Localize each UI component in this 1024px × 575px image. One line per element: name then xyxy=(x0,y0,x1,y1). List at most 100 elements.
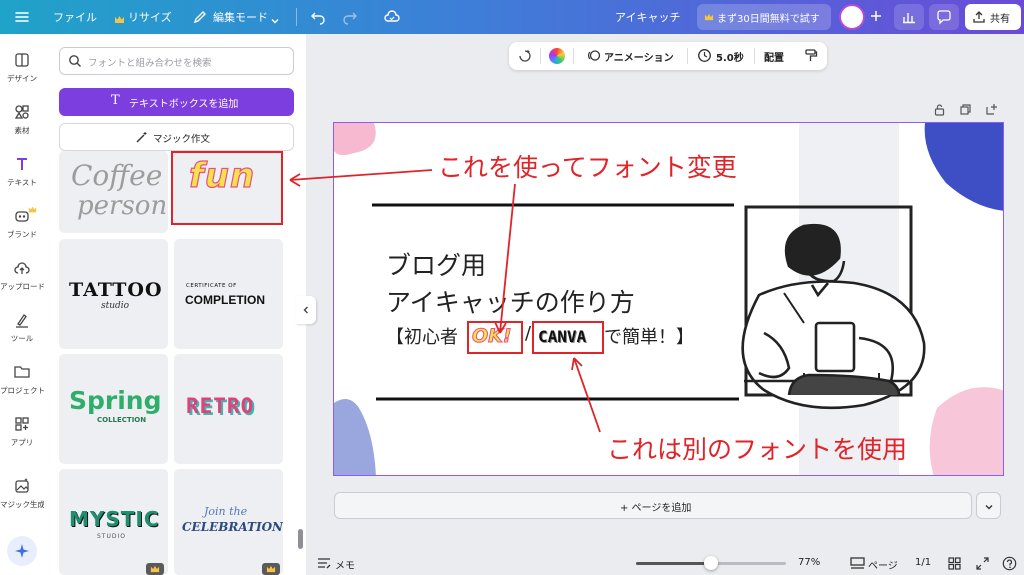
paint-roller-icon[interactable] xyxy=(803,48,818,63)
zoom-slider[interactable] xyxy=(636,556,786,570)
fullscreen-icon[interactable] xyxy=(976,557,989,570)
document-title[interactable]: アイキャッチ xyxy=(615,9,680,25)
tile-text: COLLECTION xyxy=(97,416,147,424)
text-icon xyxy=(17,158,27,170)
resize-button[interactable]: リサイズ xyxy=(128,9,172,25)
heading-line-2[interactable]: アイキャッチの作り方 xyxy=(386,283,635,319)
tile-text: STUDIO xyxy=(97,533,126,540)
search-input[interactable]: フォントと組み合わせを検索 xyxy=(59,47,294,75)
color-icon[interactable] xyxy=(549,48,565,64)
duplicate-icon[interactable] xyxy=(959,103,972,116)
chevron-down-icon xyxy=(985,505,993,510)
magic-write-button[interactable]: マジック作文 xyxy=(59,123,294,151)
panel-scrollbar[interactable] xyxy=(298,529,303,549)
rail-item-brand[interactable]: ブランド xyxy=(0,206,44,240)
grid-view-icon[interactable] xyxy=(948,557,961,570)
rail-item-uploads[interactable]: アップロード xyxy=(0,259,45,292)
font-tile-tattoo[interactable]: TATTOO studio xyxy=(59,239,168,349)
menu-icon[interactable] xyxy=(14,9,30,25)
animation-button[interactable]: アニメーション xyxy=(604,49,674,64)
ok-text: OK! xyxy=(472,325,513,348)
crown-icon xyxy=(28,206,37,213)
add-page-button[interactable]: + ページを追加 xyxy=(334,492,972,519)
canva-text-highlight[interactable]: CANVA xyxy=(532,321,604,354)
magic-wand-icon xyxy=(136,132,147,143)
apps-icon xyxy=(15,417,29,431)
trial-button[interactable]: まず30日間無料で試す xyxy=(697,4,831,30)
notes-icon xyxy=(318,558,331,569)
search-icon xyxy=(69,55,81,67)
divider xyxy=(573,48,574,64)
annotation-bottom-note: これは別のフォントを使用 xyxy=(607,435,908,464)
zoom-slider-handle[interactable] xyxy=(704,556,718,570)
pages-icon xyxy=(850,557,865,569)
font-tile-retro[interactable]: RETRO xyxy=(174,354,283,464)
undo-icon[interactable] xyxy=(310,9,326,25)
clock-icon xyxy=(698,49,711,62)
upload-icon xyxy=(973,11,985,23)
collapse-panel-button[interactable] xyxy=(296,296,316,324)
heading-line-1[interactable]: ブログ用 xyxy=(386,246,486,282)
magic-assistant-button[interactable] xyxy=(7,536,37,566)
font-tile-celebration[interactable]: Join the CELEBRATION! xyxy=(174,469,283,575)
position-button[interactable]: 配置 xyxy=(764,49,784,64)
page-options-button[interactable] xyxy=(976,492,1001,519)
insights-button[interactable] xyxy=(894,4,924,30)
magic-edit-icon[interactable] xyxy=(517,48,533,64)
subheading-suffix[interactable]: で簡単！】 xyxy=(604,323,694,349)
rail-item-text[interactable]: テキスト xyxy=(0,155,44,188)
lock-icon[interactable] xyxy=(933,103,946,116)
comments-button[interactable] xyxy=(929,4,959,30)
share-button-label: 共有 xyxy=(990,14,1010,25)
rail-item-elements[interactable]: 素材 xyxy=(0,103,44,136)
font-tile-spring[interactable]: Spring COLLECTION xyxy=(59,354,168,464)
canva-text: CANVA xyxy=(538,327,587,346)
font-tile-mystic[interactable]: MYSTIC STUDIO xyxy=(59,469,168,575)
top-bar: ファイル リサイズ 編集モード アイキャッチ まず30日間無料で試す 共有 xyxy=(0,0,1024,34)
shapes-icon xyxy=(14,105,29,119)
add-collaborator-icon[interactable] xyxy=(868,8,884,24)
rail-item-label: ツール xyxy=(10,334,34,343)
chevron-left-icon xyxy=(303,306,308,314)
divider xyxy=(687,48,688,64)
avatar[interactable] xyxy=(839,4,865,30)
tile-text: TATTOO xyxy=(69,279,163,301)
edit-mode-button[interactable]: 編集モード xyxy=(213,9,268,25)
chevron-down-icon[interactable] xyxy=(270,11,280,24)
font-tile-coffee-person[interactable]: Coffee person xyxy=(59,151,168,233)
cloud-upload-icon xyxy=(14,262,30,274)
notes-button[interactable]: メモ xyxy=(335,557,355,572)
add-textbox-button[interactable]: T テキストボックスを追加 xyxy=(59,88,294,116)
magic-image-icon xyxy=(15,478,29,493)
crown-icon xyxy=(266,565,276,573)
rail-item-label: マジック生成 xyxy=(0,500,45,509)
pages-button[interactable]: ページ xyxy=(868,557,898,572)
ok-text-highlight[interactable]: OK! xyxy=(467,321,523,354)
rail-item-tools[interactable]: ツール xyxy=(0,311,44,344)
magic-write-label: マジック作文 xyxy=(153,134,211,145)
bar-chart-icon xyxy=(903,13,915,24)
font-tile-certificate[interactable]: CERTIFICATE OF COMPLETION xyxy=(174,239,283,349)
rail-item-design[interactable]: デザイン xyxy=(0,51,44,84)
crown-badge xyxy=(146,563,164,575)
duration-button[interactable]: 5.0秒 xyxy=(716,49,744,64)
folder-icon xyxy=(14,366,30,378)
redo-icon[interactable] xyxy=(342,9,358,25)
rail-item-apps[interactable]: アプリ xyxy=(0,415,44,448)
divider xyxy=(754,48,755,64)
cloud-saved-icon[interactable] xyxy=(383,8,401,26)
left-rail: デザイン 素材 テキスト ブランド アップロード ツール プロジェクト アプリ … xyxy=(0,34,45,575)
text-panel: フォントと組み合わせを検索 T テキストボックスを追加 マジック作文 Coffe… xyxy=(44,34,306,575)
tile-text: studio xyxy=(101,301,130,311)
zoom-level[interactable]: 77% xyxy=(798,557,820,568)
rail-item-projects[interactable]: プロジェクト xyxy=(0,363,45,396)
divider xyxy=(296,8,297,26)
share-button[interactable]: 共有 xyxy=(965,4,1021,30)
add-page-icon[interactable] xyxy=(985,103,998,116)
help-icon[interactable] xyxy=(1002,556,1017,571)
subheading-slash[interactable]: / xyxy=(525,323,531,344)
file-menu-button[interactable]: ファイル xyxy=(53,9,97,25)
subheading-prefix[interactable]: 【初心者 xyxy=(386,323,458,349)
rail-item-label: デザイン xyxy=(7,74,37,83)
rail-item-magic-media[interactable]: マジック生成 xyxy=(0,477,45,510)
